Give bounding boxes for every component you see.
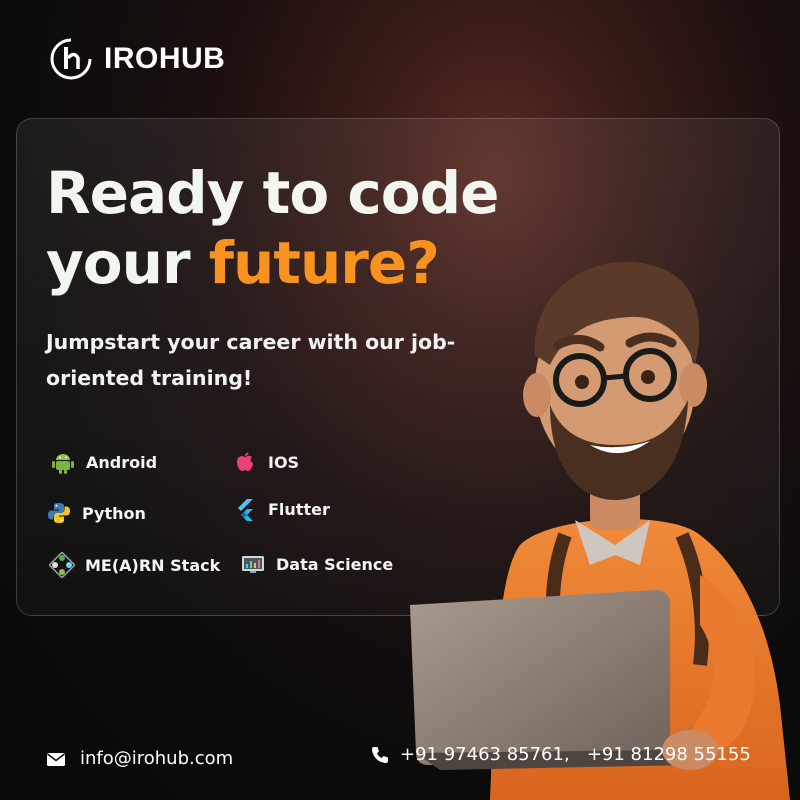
phone-icon [372, 746, 388, 763]
data-science-icon [242, 556, 264, 573]
course-label: ME(A)RN Stack [85, 555, 221, 575]
course-python: Python [46, 500, 146, 526]
course-ios: IOS [232, 449, 299, 475]
headline-line-2-prefix: your [46, 229, 209, 297]
course-mern: ME(A)RN Stack [49, 552, 220, 578]
brand-name: IROHUB [104, 42, 226, 75]
course-label: IOS [268, 452, 300, 472]
course-android: Android [50, 449, 157, 475]
phone-numbers: +91 97463 85761, +91 81298 55155 [400, 744, 751, 765]
developer-character-illustration [410, 261, 790, 800]
phone-contact[interactable]: +91 97463 85761, +91 81298 55155 [370, 744, 751, 765]
mail-icon [47, 752, 65, 766]
course-data-science: Data Science [240, 551, 393, 577]
android-icon [52, 454, 74, 474]
course-label: Android [86, 452, 158, 472]
email-contact[interactable]: info@irohub.com [46, 748, 233, 769]
headline-line-1: Ready to code [46, 159, 500, 227]
flutter-icon [238, 499, 253, 521]
email-text: info@irohub.com [80, 748, 234, 769]
course-flutter: Flutter [232, 496, 330, 522]
apple-icon [237, 452, 253, 471]
brand-logo: IROHUB [48, 36, 225, 82]
mern-icon [49, 552, 75, 578]
python-icon [48, 503, 70, 523]
irohub-logo-icon [50, 38, 92, 80]
course-label: Python [82, 503, 146, 523]
course-label: Data Science [276, 554, 394, 574]
course-label: Flutter [268, 499, 330, 519]
